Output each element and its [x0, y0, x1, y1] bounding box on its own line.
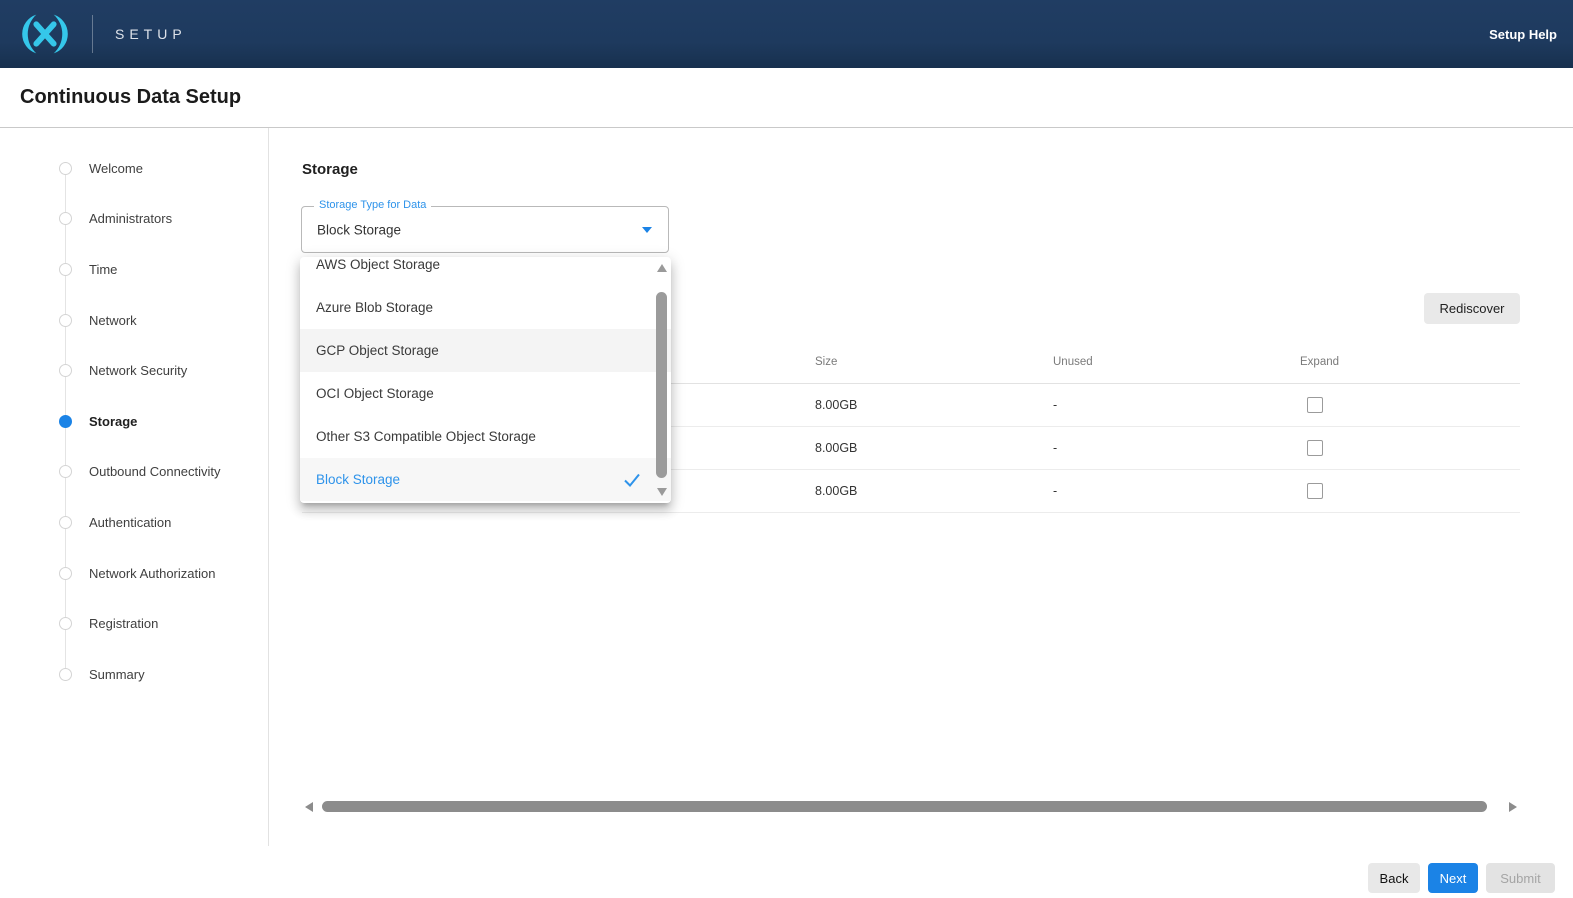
step-label: Network Authorization — [89, 566, 215, 581]
scroll-right-arrow-icon[interactable] — [1509, 802, 1517, 812]
step-circle-icon — [59, 617, 72, 630]
menu-item-label: AWS Object Storage — [316, 257, 440, 272]
chevron-down-icon — [642, 227, 652, 233]
section-title: Storage — [302, 161, 358, 178]
stepper-step-storage[interactable]: Storage — [0, 396, 268, 447]
select-value: Block Storage — [317, 222, 401, 237]
dropdown-scrollbar[interactable] — [655, 257, 669, 503]
step-circle-active-icon — [59, 415, 72, 428]
rediscover-button[interactable]: Rediscover — [1424, 293, 1520, 324]
step-label: Network — [89, 313, 137, 328]
menu-item-block-storage[interactable]: Block Storage — [300, 458, 671, 501]
step-circle-icon — [59, 668, 72, 681]
dropdown-scrollbar-thumb[interactable] — [656, 292, 667, 478]
stepper-steps: Welcome Administrators Time Network Netw… — [0, 143, 268, 700]
top-navbar: SETUP Setup Help — [0, 0, 1573, 68]
device-size-cell: 8.00GB — [815, 484, 1053, 498]
stepper-step-time[interactable]: Time — [0, 244, 268, 295]
horizontal-scrollbar[interactable] — [305, 800, 1517, 814]
horizontal-scrollbar-thumb[interactable] — [322, 801, 1487, 812]
menu-item-label: Azure Blob Storage — [316, 300, 433, 315]
menu-item-aws-object-storage[interactable]: AWS Object Storage — [300, 257, 671, 286]
stepper-sidebar: Welcome Administrators Time Network Netw… — [0, 128, 269, 846]
step-circle-icon — [59, 212, 72, 225]
step-circle-icon — [59, 567, 72, 580]
device-unused-cell: - — [1053, 484, 1300, 498]
step-label: Outbound Connectivity — [89, 464, 221, 479]
stepper-step-registration[interactable]: Registration — [0, 598, 268, 649]
step-circle-icon — [59, 314, 72, 327]
stepper-step-network-security[interactable]: Network Security — [0, 345, 268, 396]
storage-type-dropdown: AWS Object Storage Azure Blob Storage GC… — [300, 257, 671, 503]
next-button[interactable]: Next — [1428, 863, 1478, 893]
table-header-unused: Unused — [1053, 356, 1300, 368]
menu-item-label: GCP Object Storage — [316, 343, 439, 358]
select-floating-label: Storage Type for Data — [314, 199, 431, 211]
step-label: Summary — [89, 667, 145, 682]
setup-wizard-screen: SETUP Setup Help Continuous Data Setup W… — [0, 0, 1573, 898]
scroll-up-arrow-icon[interactable] — [657, 264, 667, 272]
storage-type-select[interactable]: Storage Type for Data Block Storage — [301, 206, 669, 253]
back-button[interactable]: Back — [1368, 863, 1420, 893]
step-label: Authentication — [89, 515, 171, 530]
step-circle-icon — [59, 162, 72, 175]
stepper-step-welcome[interactable]: Welcome — [0, 143, 268, 194]
menu-item-azure-blob-storage[interactable]: Azure Blob Storage — [300, 286, 671, 329]
setup-help-link[interactable]: Setup Help — [1489, 27, 1557, 42]
scroll-left-arrow-icon[interactable] — [305, 802, 313, 812]
expand-checkbox[interactable] — [1307, 483, 1323, 499]
step-circle-icon — [59, 516, 72, 529]
scroll-down-arrow-icon[interactable] — [657, 488, 667, 496]
stepper-step-summary[interactable]: Summary — [0, 649, 268, 700]
step-label: Network Security — [89, 363, 187, 378]
step-circle-icon — [59, 364, 72, 377]
stepper-step-network[interactable]: Network — [0, 295, 268, 346]
expand-checkbox[interactable] — [1307, 440, 1323, 456]
table-header-expand: Expand — [1300, 356, 1520, 368]
submit-button[interactable]: Submit — [1486, 863, 1555, 893]
expand-checkbox[interactable] — [1307, 397, 1323, 413]
step-label: Time — [89, 262, 117, 277]
menu-item-gcp-object-storage[interactable]: GCP Object Storage — [300, 329, 671, 372]
menu-item-label: Block Storage — [316, 472, 400, 487]
step-label: Storage — [89, 414, 137, 429]
brand-label: SETUP — [115, 26, 187, 42]
menu-item-label: OCI Object Storage — [316, 386, 434, 401]
menu-item-other-s3-compatible-object-storage[interactable]: Other S3 Compatible Object Storage — [300, 415, 671, 458]
device-unused-cell: - — [1053, 441, 1300, 455]
table-header-size: Size — [815, 356, 1053, 368]
checkmark-icon — [623, 472, 641, 487]
step-circle-icon — [59, 465, 72, 478]
device-size-cell: 8.00GB — [815, 441, 1053, 455]
stepper-step-authentication[interactable]: Authentication — [0, 497, 268, 548]
menu-item-label: Other S3 Compatible Object Storage — [316, 429, 536, 444]
step-label: Welcome — [89, 161, 143, 176]
device-size-cell: 8.00GB — [815, 398, 1053, 412]
stepper-step-network-authorization[interactable]: Network Authorization — [0, 548, 268, 599]
step-circle-icon — [59, 263, 72, 276]
navbar-divider — [92, 15, 93, 53]
stepper-step-administrators[interactable]: Administrators — [0, 194, 268, 245]
step-label: Administrators — [89, 211, 172, 226]
step-label: Registration — [89, 616, 158, 631]
device-unused-cell: - — [1053, 398, 1300, 412]
menu-item-oci-object-storage[interactable]: OCI Object Storage — [300, 372, 671, 415]
stepper-step-outbound-connectivity[interactable]: Outbound Connectivity — [0, 447, 268, 498]
delphix-logo-icon — [16, 11, 74, 57]
page-title: Continuous Data Setup — [20, 86, 241, 109]
